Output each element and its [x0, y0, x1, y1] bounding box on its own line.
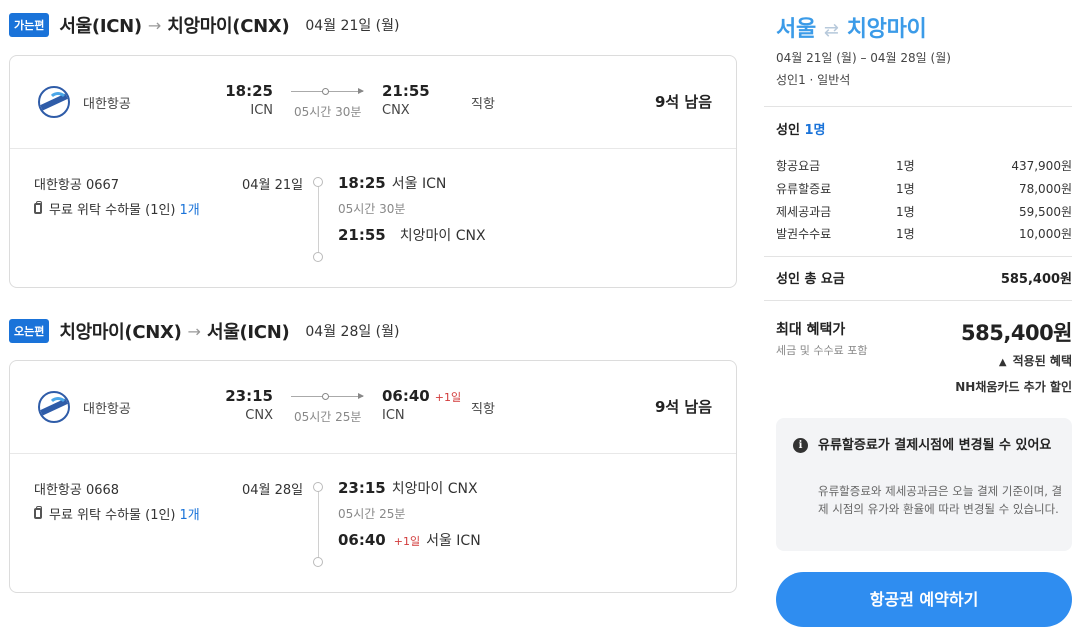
- inbound-badge: 오는편: [9, 319, 50, 343]
- benefit-item: NH채움카드 추가 할인: [955, 380, 1072, 394]
- inbound-flight-card[interactable]: 대한항공 23:15 CNX 05시간 25분 06:40 +1일 ICN 직항 …: [9, 360, 737, 593]
- total-amount: 585,400원: [1000, 272, 1072, 287]
- trip-destination: 치앙마이: [846, 17, 927, 42]
- max-benefit-sub: 세금 및 수수료 포함: [776, 344, 868, 357]
- total-label: 성인 총 요금: [776, 272, 845, 287]
- seats-remaining: 9석 남음: [654, 93, 712, 111]
- inbound-date: 04월 28일 (월): [305, 324, 400, 340]
- outbound-origin: 서울(ICN): [59, 16, 142, 37]
- arrow-right-icon: →: [187, 321, 201, 341]
- departure-airport: CNX: [245, 408, 273, 423]
- divider: [764, 300, 1072, 301]
- flight-duration: 05시간 30분: [294, 105, 362, 119]
- book-ticket-button[interactable]: 항공권 예약하기: [776, 572, 1072, 627]
- swap-arrows-icon: ⇄: [823, 20, 839, 41]
- detail-departure: 23:15 치앙마이 CNX: [338, 479, 478, 497]
- arrival-time: 21:55: [382, 82, 430, 100]
- inbound-destination: 서울(ICN): [206, 322, 290, 343]
- timeline-start-dot-icon: [313, 482, 323, 492]
- inbound-header: 오는편 치앙마이(CNX) → 서울(ICN) 04월 28일 (월): [9, 318, 399, 344]
- notice-body: 유류할증료와 제세공과금은 오늘 결제 기준이며, 결제 시점의 유가와 환율에…: [818, 484, 1063, 516]
- direct-flight-label: 직항: [471, 97, 495, 112]
- airline-name: 대한항공: [83, 402, 131, 417]
- outbound-summary: 대한항공 18:25 ICN 05시간 30분 21:55 CNX 직항 9석 …: [10, 56, 736, 149]
- airline-logo-icon: [38, 86, 70, 118]
- baggage-label: 무료 위탁 수하물 (1인): [49, 203, 176, 218]
- outbound-badge: 가는편: [9, 13, 50, 37]
- arrival-time: 06:40 +1일: [382, 387, 462, 405]
- outbound-header: 가는편 서울(ICN) → 치앙마이(CNX) 04월 21일 (월): [9, 12, 399, 38]
- seats-remaining: 9석 남음: [654, 398, 712, 416]
- fee-row: 발권수수료 1명 10,000원: [776, 227, 1072, 241]
- divider: [764, 106, 1072, 107]
- flight-duration: 05시간 25분: [294, 410, 362, 424]
- applied-benefits-toggle[interactable]: ▲ 적용된 혜택: [999, 352, 1072, 369]
- adult-count-label: 성인 1명: [776, 123, 826, 138]
- arrow-right-icon: →: [147, 15, 162, 35]
- flight-path-icon: [291, 88, 364, 95]
- max-benefit-label: 최대 혜택가: [776, 322, 846, 338]
- departure-time: 23:15: [225, 387, 273, 405]
- divider: [764, 256, 1072, 257]
- arrival-airport: ICN: [382, 408, 405, 423]
- timeline-end-dot-icon: [313, 557, 323, 567]
- outbound-destination: 치앙마이(CNX): [167, 16, 290, 37]
- baggage-info: 무료 위탁 수하물 (1인) 1개: [34, 504, 200, 523]
- inbound-detail: 대한항공 0668 무료 위탁 수하물 (1인) 1개 04월 28일 23:1…: [10, 454, 736, 592]
- flight-path-icon: [291, 393, 364, 400]
- departure-airport: ICN: [250, 103, 273, 118]
- detail-date: 04월 28일: [242, 483, 304, 498]
- timeline-line: [318, 177, 319, 257]
- detail-departure: 18:25 서울 ICN: [338, 174, 447, 192]
- detail-arrival: 21:55 치앙마이 CNX: [338, 226, 486, 244]
- timeline-line: [318, 482, 319, 562]
- notice-title: 유류할증료가 결제시점에 변경될 수 있어요: [818, 438, 1052, 453]
- passenger-class: 성인1 · 일반석: [776, 73, 851, 87]
- departure-time: 18:25: [225, 82, 273, 100]
- baggage-info: 무료 위탁 수하물 (1인) 1개: [34, 199, 200, 218]
- outbound-flight-card[interactable]: 대한항공 18:25 ICN 05시간 30분 21:55 CNX 직항 9석 …: [9, 55, 737, 288]
- flight-number: 대한항공 0667: [34, 178, 120, 193]
- direct-flight-label: 직항: [471, 402, 495, 417]
- chevron-up-icon: ▲: [998, 357, 1007, 368]
- max-benefit-price: 585,400원: [961, 321, 1072, 345]
- timeline-end-dot-icon: [313, 252, 323, 262]
- inbound-origin: 치앙마이(CNX): [59, 322, 182, 343]
- detail-duration: 05시간 30분: [338, 202, 406, 216]
- baggage-label: 무료 위탁 수하물 (1인): [49, 508, 176, 523]
- baggage-count: 1개: [179, 203, 200, 218]
- timeline-start-dot-icon: [313, 177, 323, 187]
- baggage-count: 1개: [179, 508, 200, 523]
- outbound-detail: 대한항공 0667 무료 위탁 수하물 (1인) 1개 04월 21일 18:2…: [10, 149, 736, 287]
- inbound-summary: 대한항공 23:15 CNX 05시간 25분 06:40 +1일 ICN 직항 …: [10, 361, 736, 454]
- airline-name: 대한항공: [83, 97, 131, 112]
- luggage-icon: [34, 201, 42, 214]
- fee-row: 유류할증료 1명 78,000원: [776, 182, 1072, 196]
- detail-duration: 05시간 25분: [338, 507, 406, 521]
- info-icon: i: [793, 438, 808, 453]
- arrival-airport: CNX: [382, 103, 410, 118]
- plus-day-badge: +1일: [434, 391, 462, 404]
- fuel-surcharge-notice: i 유류할증료가 결제시점에 변경될 수 있어요 유류할증료와 제세공과금은 오…: [776, 418, 1072, 551]
- trip-origin: 서울: [776, 17, 816, 42]
- fee-row: 제세공과금 1명 59,500원: [776, 205, 1072, 219]
- outbound-date: 04월 21일 (월): [305, 18, 400, 34]
- trip-title: 서울 ⇄ 치앙마이: [776, 11, 927, 43]
- flight-number: 대한항공 0668: [34, 483, 120, 498]
- luggage-icon: [34, 506, 42, 519]
- airline-logo-icon: [38, 391, 70, 423]
- trip-dates: 04월 21일 (월) – 04월 28일 (월): [776, 51, 951, 65]
- detail-arrival: 06:40 +1일 서울 ICN: [338, 531, 481, 549]
- detail-date: 04월 21일: [242, 178, 304, 193]
- fee-row: 항공요금 1명 437,900원: [776, 159, 1072, 173]
